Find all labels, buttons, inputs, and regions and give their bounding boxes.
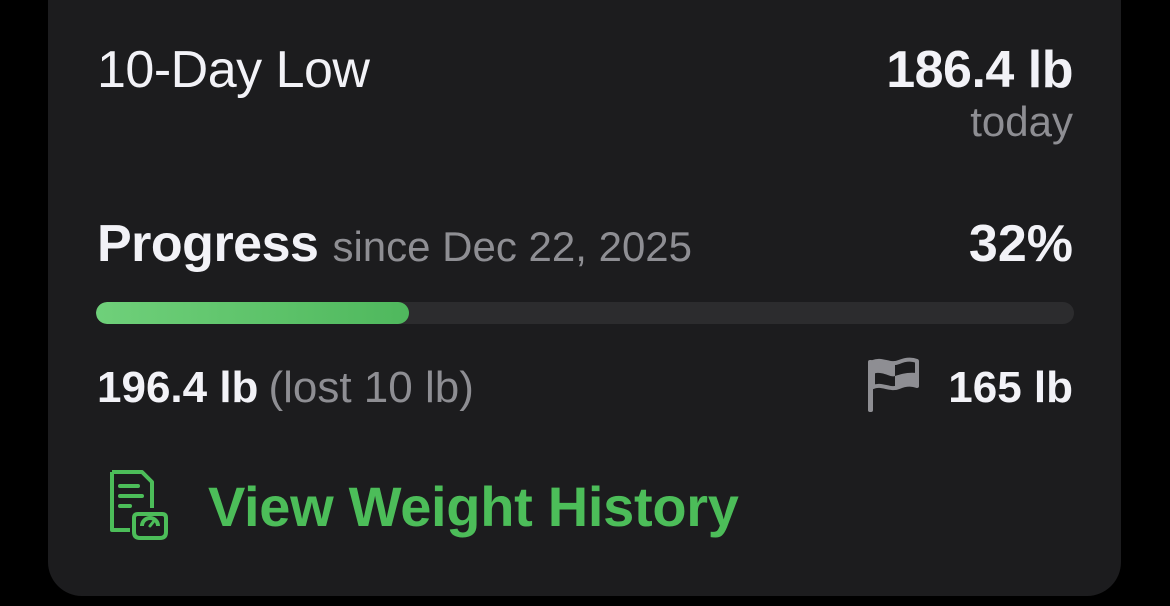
progress-label: Progress [97, 215, 319, 273]
ten-day-low-value: 186.4 lb [886, 41, 1073, 99]
start-weight: 196.4 lb [97, 362, 259, 412]
weight-lost: (lost 10 lb) [268, 362, 474, 412]
view-weight-history-button[interactable]: View Weight History [106, 468, 739, 545]
ten-day-low-date: today [970, 98, 1073, 145]
weight-log-icon [106, 468, 168, 545]
progress-percent: 32% [968, 215, 1073, 273]
progress-header-row: Progress since Dec 22, 2025 32% [97, 214, 1073, 274]
ten-day-low-row: 10-Day Low 186.4 lb today [97, 40, 1073, 146]
view-weight-history-label: View Weight History [208, 475, 739, 538]
weights-row: 196.4 lb (lost 10 lb) 165 lb [97, 356, 1073, 419]
ten-day-low-value-group: 186.4 lb today [886, 40, 1073, 146]
goal-weight-group: 165 lb [866, 356, 1073, 419]
goal-weight: 165 lb [948, 362, 1073, 412]
progress-title-group: Progress since Dec 22, 2025 [97, 214, 692, 274]
progress-bar [96, 302, 1074, 324]
ten-day-low-label: 10-Day Low [97, 41, 370, 99]
progress-since-date: since Dec 22, 2025 [332, 223, 693, 270]
progress-bar-fill [96, 302, 409, 324]
start-weight-group: 196.4 lb (lost 10 lb) [97, 363, 474, 413]
flag-icon [866, 356, 920, 419]
